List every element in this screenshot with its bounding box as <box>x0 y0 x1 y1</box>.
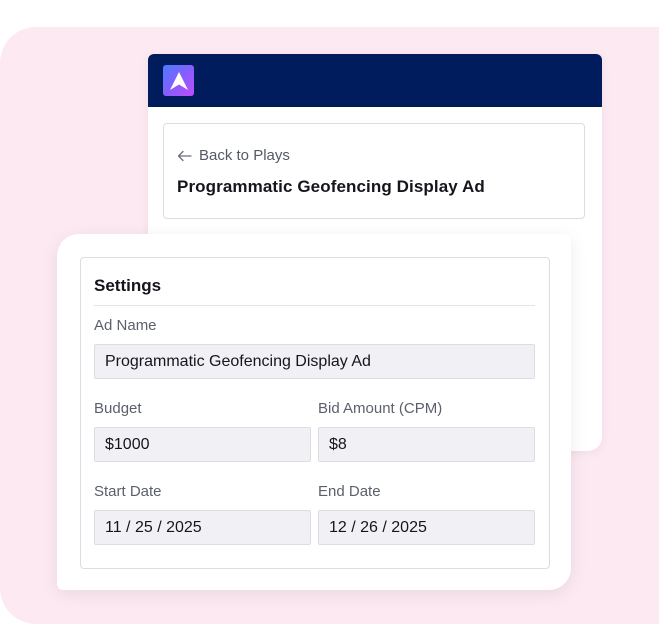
app-logo-glyph <box>169 71 188 90</box>
bid-amount-input[interactable]: $8 <box>318 427 535 462</box>
arrow-left-icon <box>177 150 192 161</box>
play-header: Back to Plays Programmatic Geofencing Di… <box>163 123 585 219</box>
stage: Back to Plays Programmatic Geofencing Di… <box>0 0 659 644</box>
ad-name-label: Ad Name <box>94 317 157 334</box>
start-date-input[interactable]: 11 / 25 / 2025 <box>94 510 311 545</box>
settings-heading: Settings <box>94 276 162 295</box>
page-title: Programmatic Geofencing Display Ad <box>177 177 485 196</box>
ad-name-input[interactable]: Programmatic Geofencing Display Ad <box>94 344 535 379</box>
settings-window: Settings Ad Name Programmatic Geofencing… <box>57 234 571 590</box>
end-date-input[interactable]: 12 / 26 / 2025 <box>318 510 535 545</box>
start-date-label: Start Date <box>94 483 162 500</box>
end-date-label: End Date <box>318 483 381 500</box>
bid-amount-label: Bid Amount (CPM) <box>318 400 443 417</box>
back-to-plays-link[interactable]: Back to Plays <box>177 147 290 164</box>
back-link-label: Back to Plays <box>199 147 290 164</box>
settings-divider <box>94 305 535 306</box>
settings-panel: Settings Ad Name Programmatic Geofencing… <box>80 257 550 569</box>
budget-label: Budget <box>94 400 142 417</box>
budget-input[interactable]: $1000 <box>94 427 311 462</box>
app-logo-icon[interactable] <box>163 65 194 96</box>
top-navigation-bar <box>148 54 602 107</box>
